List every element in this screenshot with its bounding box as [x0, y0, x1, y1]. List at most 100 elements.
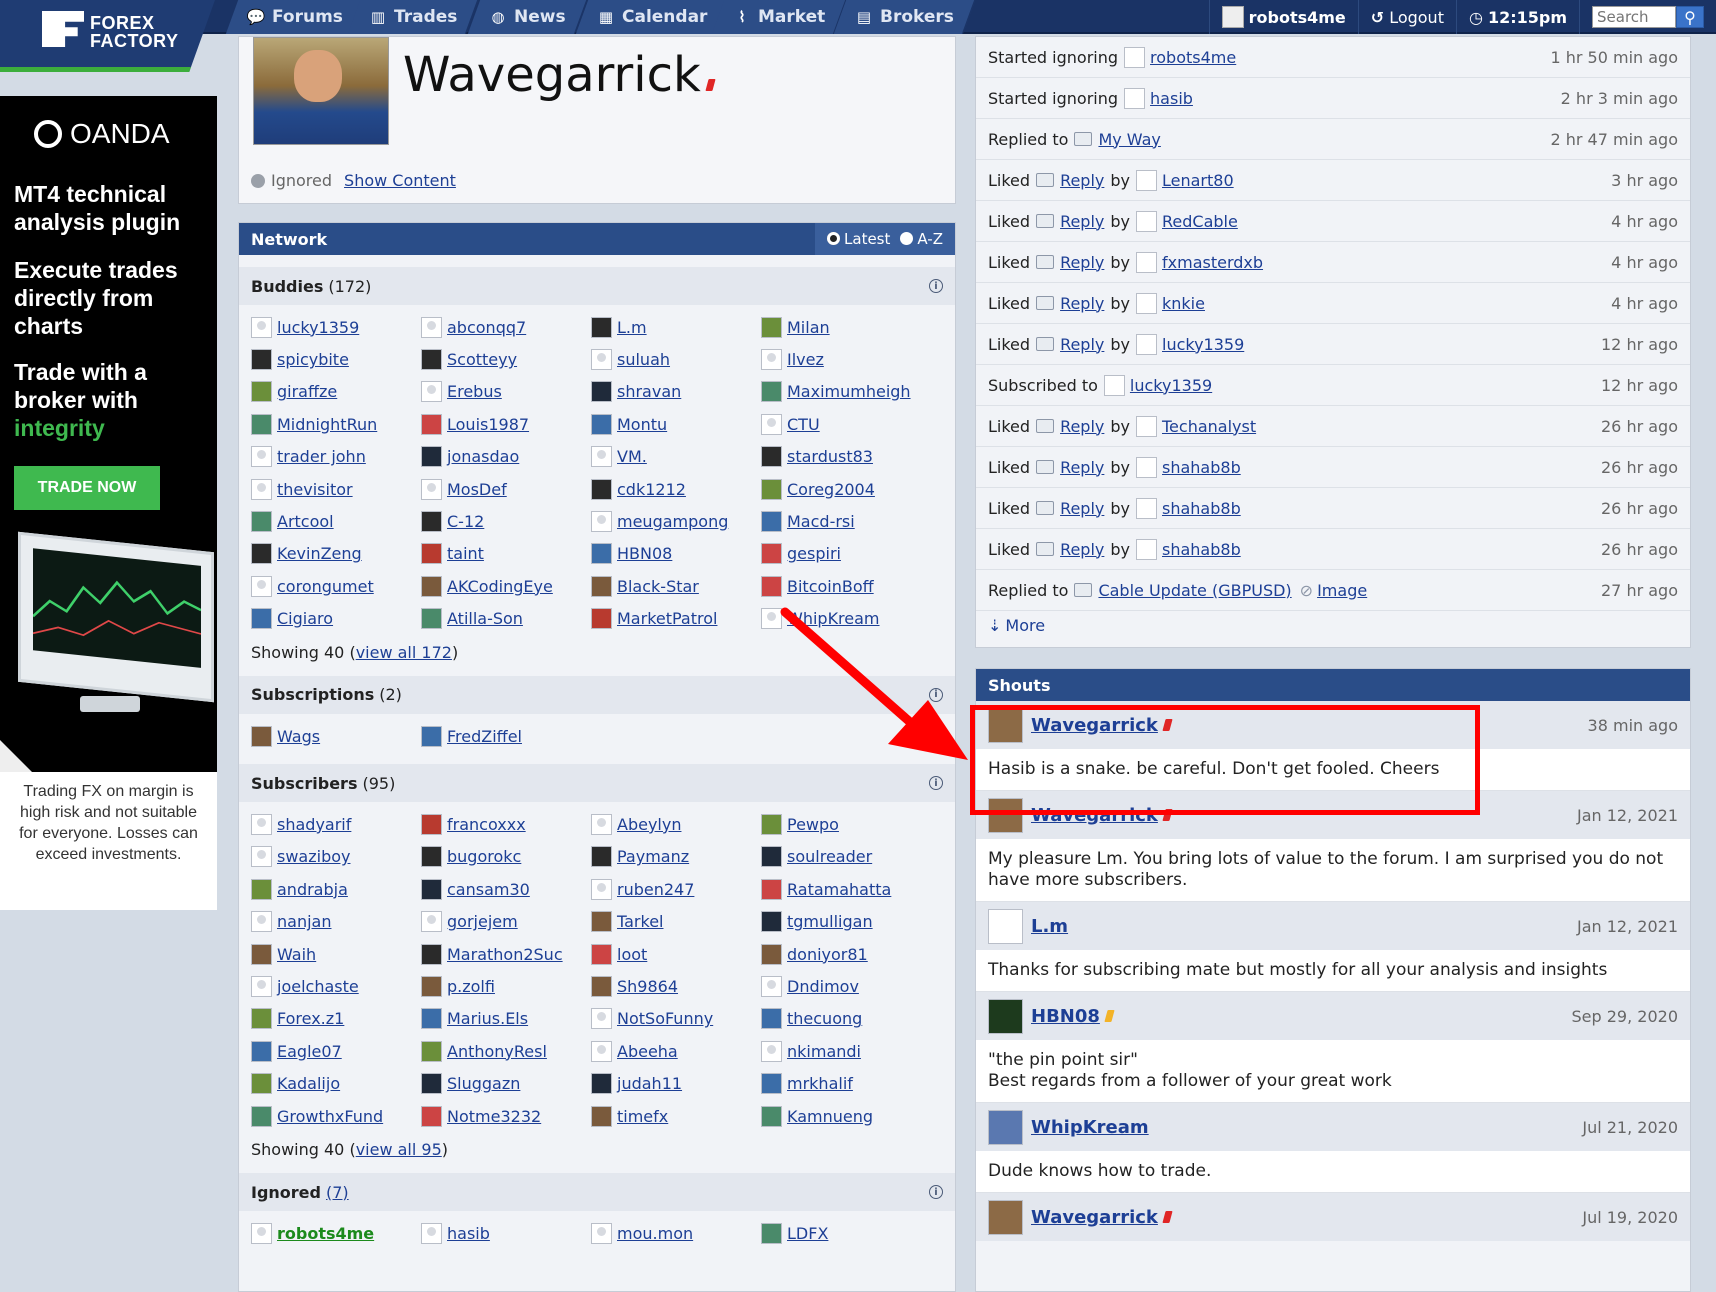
member-item[interactable]: Abeylyn	[591, 808, 761, 840]
member-item[interactable]: NotSoFunny	[591, 1003, 761, 1035]
forex-factory-logo[interactable]: FOREX FACTORY	[0, 0, 215, 72]
member-link[interactable]: LDFX	[787, 1224, 828, 1243]
trade-now-button[interactable]: TRADE NOW	[14, 466, 160, 510]
image-link[interactable]: Image	[1317, 581, 1367, 600]
nav-news[interactable]: ◍ News	[467, 0, 587, 34]
member-item[interactable]: Tarkel	[591, 905, 761, 937]
member-item[interactable]: Pewpo	[761, 808, 931, 840]
avatar[interactable]	[591, 943, 612, 965]
member-item[interactable]: thevisitor	[251, 473, 421, 505]
nav-market[interactable]: ⌇ Market	[711, 0, 847, 34]
reply-link[interactable]: Reply	[1060, 499, 1104, 518]
avatar[interactable]	[1124, 46, 1146, 68]
member-item[interactable]: tgmulligan	[761, 905, 931, 937]
member-item[interactable]: joelchaste	[251, 970, 421, 1002]
member-link[interactable]: mrkhalif	[787, 1074, 853, 1093]
avatar[interactable]	[251, 316, 272, 338]
member-link[interactable]: Abeylyn	[617, 815, 681, 834]
avatar[interactable]	[421, 446, 442, 468]
member-item[interactable]: HBN08	[591, 538, 761, 570]
member-item[interactable]: Notme3232	[421, 1100, 591, 1132]
avatar[interactable]	[251, 1040, 272, 1062]
avatar[interactable]	[251, 846, 272, 868]
member-item[interactable]: swaziboy	[251, 841, 421, 873]
member-link[interactable]: Scotteyy	[447, 350, 517, 369]
member-item[interactable]: shadyarif	[251, 808, 421, 840]
member-link[interactable]: suluah	[617, 350, 670, 369]
activity-target-link[interactable]: knkie	[1162, 294, 1205, 313]
member-link[interactable]: gorjejem	[447, 912, 518, 931]
member-item[interactable]: Erebus	[421, 376, 591, 408]
shout-author-link[interactable]: WhipKream	[1031, 1117, 1149, 1138]
member-item[interactable]: Wags	[251, 720, 421, 752]
avatar[interactable]	[761, 349, 782, 371]
avatar[interactable]	[421, 943, 442, 965]
member-link[interactable]: Kamnueng	[787, 1107, 873, 1126]
member-link[interactable]: Maximumheigh	[787, 382, 911, 401]
member-item[interactable]: AKCodingEye	[421, 570, 591, 602]
member-link[interactable]: Sh9864	[617, 977, 678, 996]
avatar[interactable]	[251, 575, 272, 597]
member-item[interactable]: Paymanz	[591, 841, 761, 873]
avatar[interactable]	[591, 316, 612, 338]
avatar[interactable]	[761, 446, 782, 468]
avatar[interactable]	[1136, 415, 1157, 437]
member-item[interactable]: MarketPatrol	[591, 603, 761, 635]
reply-link[interactable]: Reply	[1060, 253, 1104, 272]
member-item[interactable]: MosDef	[421, 473, 591, 505]
member-item[interactable]: bugorokc	[421, 841, 591, 873]
reply-link[interactable]: Reply	[1060, 171, 1104, 190]
avatar[interactable]	[591, 413, 612, 435]
activity-target-link[interactable]: Cable Update (GBPUSD)	[1098, 581, 1291, 600]
activity-target-link[interactable]: Techanalyst	[1162, 417, 1256, 436]
member-link[interactable]: HBN08	[617, 544, 672, 563]
avatar[interactable]	[421, 1073, 442, 1095]
member-link[interactable]: joelchaste	[277, 977, 359, 996]
avatar[interactable]	[761, 575, 782, 597]
avatar[interactable]	[251, 478, 272, 500]
member-item[interactable]: Kamnueng	[761, 1100, 931, 1132]
member-link[interactable]: bugorokc	[447, 847, 521, 866]
avatar[interactable]	[591, 1222, 612, 1244]
avatar[interactable]	[988, 1109, 1023, 1145]
sort-az[interactable]: A-Z	[900, 230, 943, 248]
member-link[interactable]: taint	[447, 544, 484, 563]
member-link[interactable]: mou.mon	[617, 1224, 693, 1243]
activity-target-link[interactable]: Lenart80	[1162, 171, 1234, 190]
member-link[interactable]: Coreg2004	[787, 480, 875, 499]
info-icon[interactable]: i	[929, 1185, 943, 1200]
activity-target-link[interactable]: robots4me	[1150, 48, 1236, 67]
avatar[interactable]	[421, 381, 442, 403]
avatar[interactable]	[251, 413, 272, 435]
member-item[interactable]: Marius.Els	[421, 1003, 591, 1035]
sort-latest[interactable]: Latest	[827, 230, 890, 248]
member-item[interactable]: robots4me	[251, 1217, 421, 1249]
member-item[interactable]: spicybite	[251, 343, 421, 375]
member-item[interactable]: hasib	[421, 1217, 591, 1249]
member-link[interactable]: Marius.Els	[447, 1009, 528, 1028]
shout-author-link[interactable]: HBN08	[1031, 1006, 1100, 1027]
member-item[interactable]: nkimandi	[761, 1035, 931, 1067]
member-item[interactable]: p.zolfi	[421, 970, 591, 1002]
avatar[interactable]	[591, 1073, 612, 1095]
member-link[interactable]: Louis1987	[447, 415, 529, 434]
member-link[interactable]: Eagle07	[277, 1042, 342, 1061]
member-item[interactable]: trader john	[251, 441, 421, 473]
member-link[interactable]: CTU	[787, 415, 820, 434]
member-item[interactable]: mrkhalif	[761, 1067, 931, 1099]
user-menu[interactable]: robots4me	[1208, 0, 1358, 34]
member-item[interactable]: WhipKream	[761, 603, 931, 635]
member-link[interactable]: GrowthxFund	[277, 1107, 383, 1126]
member-item[interactable]: cansam30	[421, 873, 591, 905]
avatar[interactable]	[761, 1008, 782, 1030]
show-content-link[interactable]: Show Content	[344, 171, 456, 190]
shout-author-link[interactable]: Wavegarrick	[1031, 1207, 1158, 1228]
oanda-advertisement[interactable]: OANDA MT4 technical analysis plugin Exec…	[0, 96, 217, 910]
member-item[interactable]: Atilla-Son	[421, 603, 591, 635]
member-item[interactable]: Eagle07	[251, 1035, 421, 1067]
member-link[interactable]: Ilvez	[787, 350, 824, 369]
member-link[interactable]: shadyarif	[277, 815, 351, 834]
avatar[interactable]	[251, 911, 272, 933]
member-item[interactable]: taint	[421, 538, 591, 570]
member-item[interactable]: Marathon2Suc	[421, 938, 591, 970]
